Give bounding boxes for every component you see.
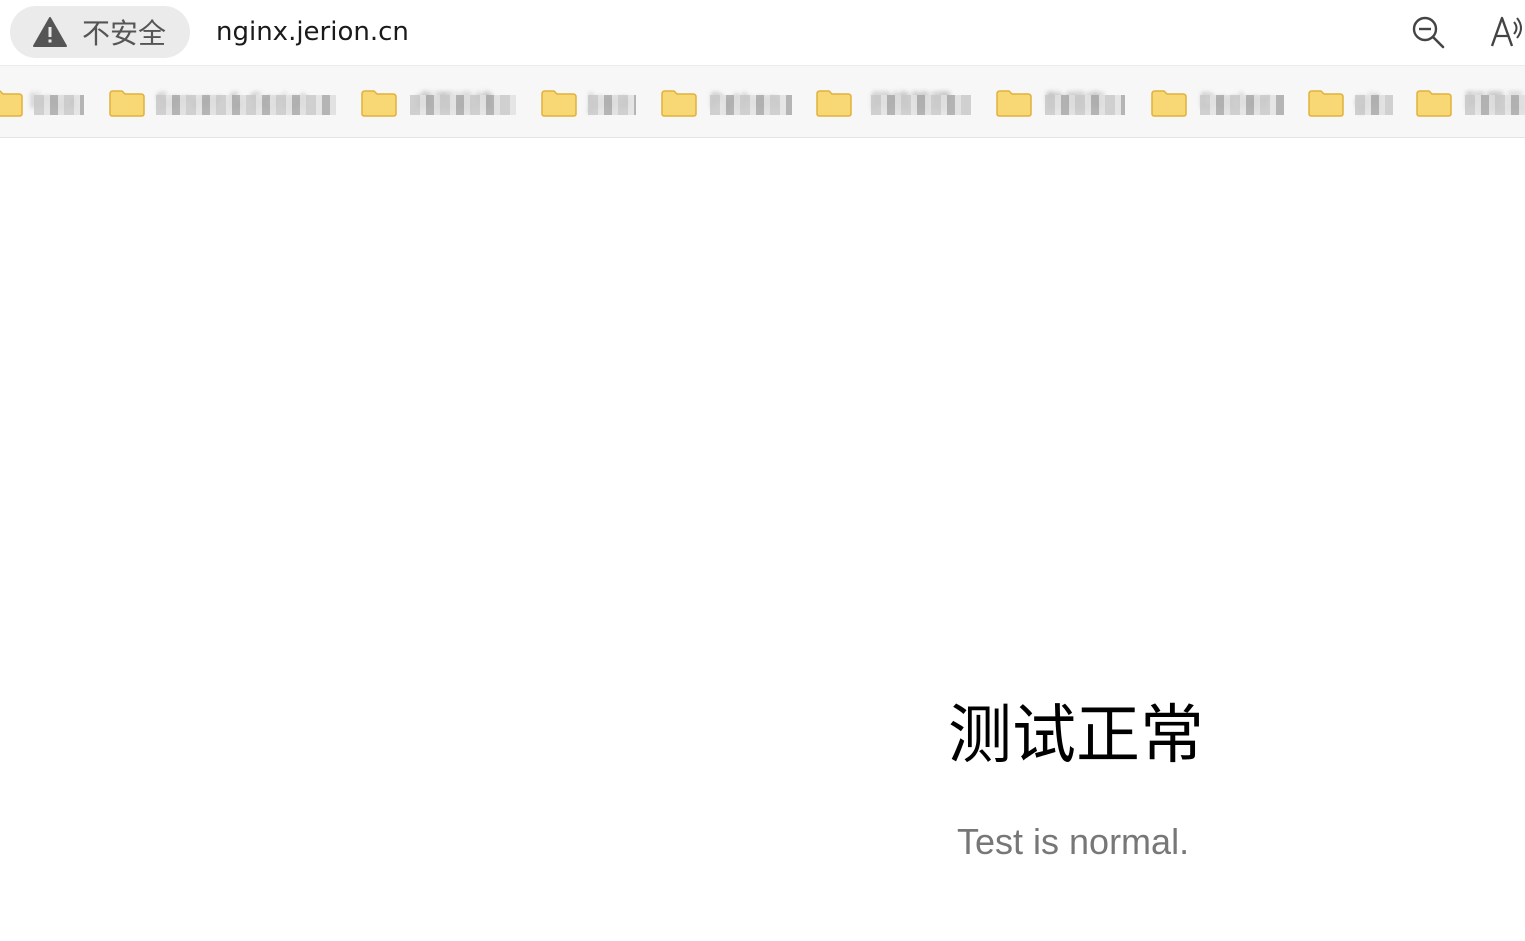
read-aloud-icon[interactable] [1490, 12, 1525, 52]
folder-icon [541, 90, 577, 117]
bookmark-folder[interactable]: Java [540, 86, 640, 120]
folder-icon [1151, 90, 1187, 117]
folder-icon [1416, 90, 1452, 117]
bookmark-folder[interactable]: 网络管理 [815, 86, 975, 120]
blur-overlay [1355, 95, 1393, 115]
bookmark-folder[interactable]: 阿里云 [1415, 86, 1525, 120]
blur-overlay [410, 95, 516, 115]
blur-overlay [871, 95, 971, 115]
warning-icon [33, 17, 67, 47]
bookmark-folder[interactable]: Server & Script [108, 86, 338, 120]
address-bar: 不安全 nginx.jerion.cn [0, 0, 1525, 66]
blur-overlay [1200, 95, 1284, 115]
bookmark-folder[interactable]: 数据库 [995, 86, 1130, 120]
folder-icon [1308, 90, 1344, 117]
folder-icon [109, 90, 145, 117]
security-label: 不安全 [82, 17, 167, 50]
bookmarks-bar: linux Server & Script 桌面运维 Java Python [0, 66, 1525, 138]
page-subtitle: Test is normal. [957, 821, 1190, 862]
url-field[interactable]: nginx.jerion.cn [216, 14, 409, 50]
bookmark-folder[interactable]: linux [0, 86, 86, 120]
blur-overlay [1045, 95, 1125, 115]
blur-overlay [588, 95, 636, 115]
bookmark-folder[interactable]: git [1307, 86, 1397, 120]
blur-overlay [710, 95, 792, 115]
folder-icon [361, 90, 397, 117]
folder-icon [996, 90, 1032, 117]
blur-overlay [156, 95, 336, 115]
blur-overlay [34, 95, 84, 115]
bookmark-folder[interactable]: 桌面运维 [360, 86, 520, 120]
folder-icon [816, 90, 852, 117]
zoom-out-icon[interactable] [1410, 14, 1446, 50]
folder-icon [0, 90, 23, 117]
blur-overlay [1465, 95, 1525, 115]
bookmark-folder[interactable]: Python [660, 86, 795, 120]
folder-icon [661, 90, 697, 117]
security-indicator-button[interactable]: 不安全 [10, 6, 190, 58]
bookmark-folder[interactable]: Docker [1150, 86, 1285, 120]
page-title: 测试正常 [948, 699, 1204, 773]
